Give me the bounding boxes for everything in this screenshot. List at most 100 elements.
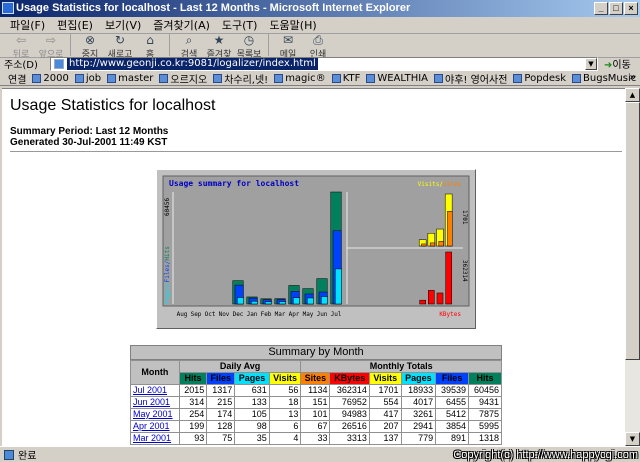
month-label-dec: Dec	[233, 311, 244, 318]
link-item[interactable]: KTF	[331, 73, 360, 84]
table-cell: 75	[206, 432, 236, 445]
toolbar-separator	[268, 34, 269, 56]
bar-pages-jul	[335, 268, 342, 305]
link-item[interactable]: magic®	[274, 73, 326, 84]
bar-sites-apr	[421, 243, 427, 247]
legend-part-visits: Visits/	[418, 181, 444, 188]
table-cell: 254	[178, 408, 208, 421]
link-icon	[107, 73, 117, 83]
history-icon: ◷	[243, 33, 255, 47]
month-link[interactable]: Jul 2001	[130, 384, 180, 397]
month-label-apr: Apr	[289, 311, 300, 318]
search-icon: ⌕	[185, 33, 193, 47]
toolbar-separator	[70, 34, 71, 56]
table-cell: 60456	[468, 384, 502, 397]
month-label-oct: Oct	[205, 311, 216, 318]
link-item[interactable]: BugsMusic	[572, 73, 636, 84]
right-top-max-label: 1701	[461, 210, 468, 225]
bar-pages-feb	[265, 301, 272, 305]
month-link[interactable]: Jun 2001	[130, 396, 180, 409]
title-bar: Usage Statistics for localhost - Last 12…	[0, 0, 640, 17]
menu-edit[interactable]: 편집(E)	[51, 17, 99, 33]
close-button[interactable]: ×	[624, 2, 638, 15]
ylabel-part-pages: Pages/	[164, 282, 171, 304]
vertical-scrollbar[interactable]: ▲ ▼	[625, 88, 640, 446]
link-item[interactable]: 야후! 영어사전	[434, 71, 507, 85]
ie-page-icon	[2, 2, 14, 14]
browser-window: Usage Statistics for localhost - Last 12…	[0, 0, 640, 462]
table-cell: 6455	[435, 396, 470, 409]
kbytes-label: KBytes	[439, 311, 461, 318]
scroll-down-button[interactable]: ▼	[625, 432, 640, 446]
summary-table-body: Jul 2001 2015 1317 631 56 1134 362314 1701 18933…	[130, 384, 502, 445]
page-icon	[54, 58, 64, 69]
table-cell: 1134	[300, 384, 331, 397]
status-page-icon	[4, 449, 14, 460]
minimize-button[interactable]: _	[594, 2, 608, 15]
monthly-totals-header: Monthly Totals	[300, 360, 502, 373]
month-label-feb: Feb	[261, 311, 272, 318]
ylabel-part-files: Files/	[164, 260, 171, 282]
month-link[interactable]: Mar 2001	[130, 432, 180, 445]
stop-icon: ⊗	[84, 33, 96, 47]
table-row: Apr 2001 199 128 98 6 67 26516 207 2941 3854 5995	[130, 420, 502, 433]
bar-pages-may	[307, 297, 314, 305]
menu-view[interactable]: 보기(V)	[99, 17, 147, 33]
menu-help[interactable]: 도움말(H)	[263, 17, 322, 33]
table-cell: 93	[178, 432, 208, 445]
links-more-chevron-icon[interactable]: »	[630, 72, 636, 83]
back-arrow-icon: ⇦	[15, 33, 27, 47]
bar-kbytes-jun	[436, 292, 444, 305]
month-label-jan: Jan	[247, 311, 258, 318]
toolbar: ⇦뒤로 ⇨앞으로 ⊗중지 ↻새로고침 ⌂홈 ⌕검색 ★즐겨찾기 ◷목록보기 ✉메…	[0, 33, 640, 73]
table-cell: 5412	[435, 408, 470, 421]
table-cell: 26516	[329, 420, 370, 433]
table-cell: 151	[300, 396, 331, 409]
table-row: Mar 2001 93 75 35 4 33 3313 137 779 891 1318	[130, 432, 502, 445]
maximize-button[interactable]: □	[609, 2, 623, 15]
table-cell: 891	[435, 432, 470, 445]
table-cell: 362314	[329, 384, 370, 397]
legend-part-sites: Sites	[443, 181, 461, 188]
table-cell: 779	[400, 432, 437, 445]
scroll-up-button[interactable]: ▲	[625, 88, 640, 102]
table-cell: 94983	[329, 408, 370, 421]
mail-icon: ✉	[282, 33, 294, 47]
table-cell: 174	[206, 408, 236, 421]
col-header: Sites	[300, 372, 331, 385]
visits-sites-legend: Visits/Sites	[418, 181, 462, 188]
table-cell: 631	[234, 384, 270, 397]
scroll-thumb[interactable]	[625, 102, 640, 360]
forward-arrow-icon: ⇨	[45, 33, 57, 47]
summary-table: Month Daily Avg Monthly Totals Hits File…	[130, 360, 502, 445]
link-item[interactable]: 2000	[32, 73, 69, 84]
table-cell: 105	[234, 408, 270, 421]
month-link[interactable]: May 2001	[130, 408, 180, 421]
link-item[interactable]: 차수리,넷!	[213, 71, 268, 85]
col-header: Hits	[178, 372, 208, 385]
link-item[interactable]: Popdesk	[513, 73, 566, 84]
link-item[interactable]: WEALTHIA	[366, 73, 428, 84]
home-icon: ⌂	[146, 33, 154, 47]
table-cell: 3313	[329, 432, 370, 445]
menu-favorites[interactable]: 즐겨찾기(A)	[147, 17, 216, 33]
table-cell: 2015	[178, 384, 208, 397]
table-cell: 3854	[435, 420, 470, 433]
table-cell: 417	[368, 408, 402, 421]
bar-kbytes-jul	[445, 251, 452, 305]
link-item[interactable]: master	[107, 73, 153, 84]
menu-file[interactable]: 파일(F)	[4, 17, 51, 33]
table-cell: 133	[234, 396, 270, 409]
link-icon	[32, 73, 42, 83]
address-input[interactable]: http://www.geonji.co.kr:9081/logalizer/i…	[50, 56, 598, 71]
address-dropdown-icon[interactable]: ▼	[585, 57, 597, 70]
table-cell: 1701	[368, 384, 402, 397]
table-cell: 39539	[435, 384, 470, 397]
daily-avg-header: Daily Avg	[178, 360, 302, 373]
menu-tools[interactable]: 도구(T)	[216, 17, 264, 33]
month-link[interactable]: Apr 2001	[130, 420, 180, 433]
link-item[interactable]: 오르지오	[159, 71, 207, 85]
address-url[interactable]: http://www.geonji.co.kr:9081/logalizer/i…	[67, 57, 318, 70]
link-item[interactable]: job	[74, 73, 101, 84]
go-button[interactable]: ➜이동	[604, 56, 631, 71]
